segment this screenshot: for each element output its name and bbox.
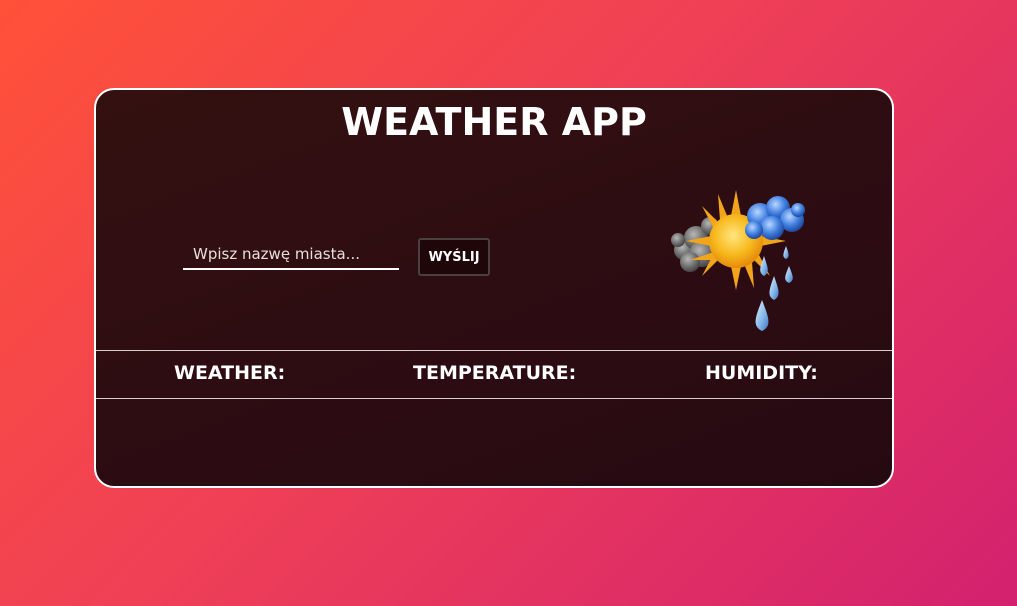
send-button[interactable]: WYŚLIJ — [418, 238, 490, 276]
info-divider-top — [96, 350, 892, 351]
app-title: WEATHER APP — [341, 100, 647, 144]
humidity-label: HUMIDITY: — [705, 362, 818, 384]
info-divider-bottom — [96, 398, 892, 399]
sun-clouds-rain-icon — [671, 190, 805, 331]
weather-label: WEATHER: — [174, 362, 286, 384]
temperature-label: TEMPERATURE: — [413, 362, 577, 384]
weather-card: WEATHER APP WYŚLIJ — [94, 88, 894, 488]
city-search-input[interactable] — [183, 240, 399, 270]
